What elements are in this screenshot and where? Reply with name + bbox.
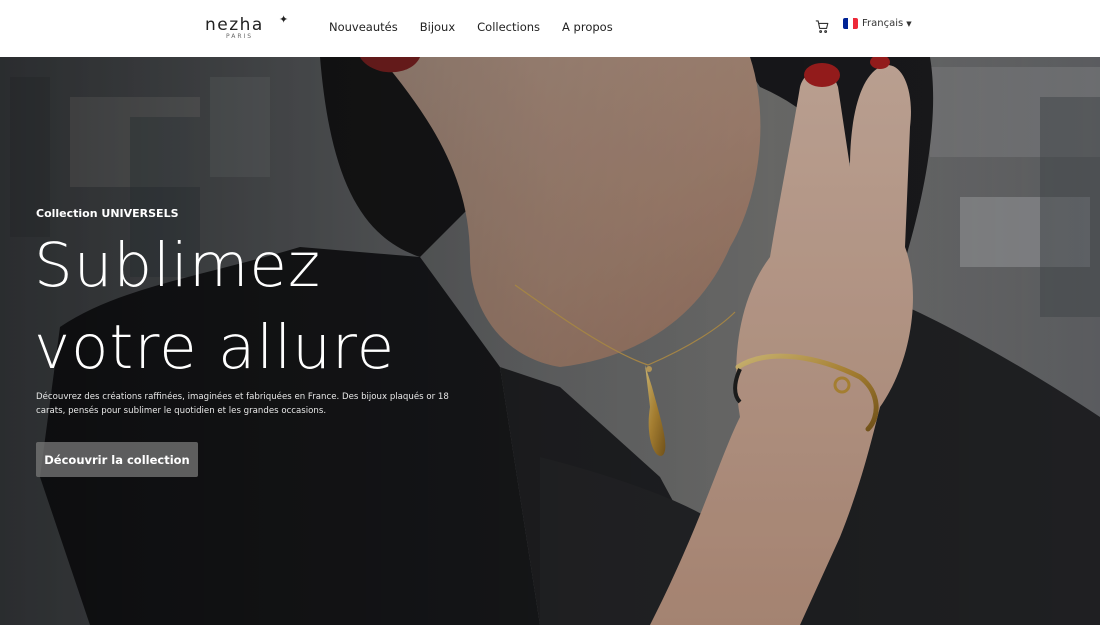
- nav-link-a-propos[interactable]: A propos: [562, 20, 613, 34]
- shopping-cart-icon[interactable]: [815, 19, 831, 35]
- discover-collection-button[interactable]: Découvrir la collection: [36, 442, 198, 477]
- language-label: Français: [862, 18, 904, 29]
- hero-description: Découvrez des créations raffinées, imagi…: [36, 390, 456, 418]
- sparkle-icon: ✦: [279, 13, 289, 26]
- brand-name: nezha: [205, 15, 264, 35]
- brand-logo[interactable]: nezha ✦ PARIS: [205, 13, 295, 43]
- hero-description-line-2: carats, pensés pour sublimer le quotidie…: [36, 406, 327, 416]
- site-header: nezha ✦ PARIS Nouveautés Bijoux Collecti…: [0, 0, 1100, 57]
- hero-banner: Collection UNIVERSELS Sublimez votre all…: [0, 57, 1100, 625]
- main-nav: Nouveautés Bijoux Collections A propos: [329, 20, 635, 34]
- hero-headline-line-1: Sublimez: [34, 230, 321, 301]
- nav-link-collections[interactable]: Collections: [477, 20, 540, 34]
- france-flag-icon: [843, 18, 858, 29]
- brand-tagline: PARIS: [226, 33, 254, 40]
- hero-headline-line-2: votre allure: [34, 312, 396, 383]
- hero-headline: Sublimez votre allure: [34, 225, 395, 389]
- nav-link-nouveautes[interactable]: Nouveautés: [329, 20, 398, 34]
- caret-down-icon: ▼: [906, 19, 912, 28]
- hero-description-line-1: Découvrez des créations raffinées, imagi…: [36, 392, 449, 402]
- language-selector[interactable]: Français ▼: [843, 18, 912, 29]
- hero-eyebrow: Collection UNIVERSELS: [36, 207, 179, 220]
- nav-link-bijoux[interactable]: Bijoux: [420, 20, 455, 34]
